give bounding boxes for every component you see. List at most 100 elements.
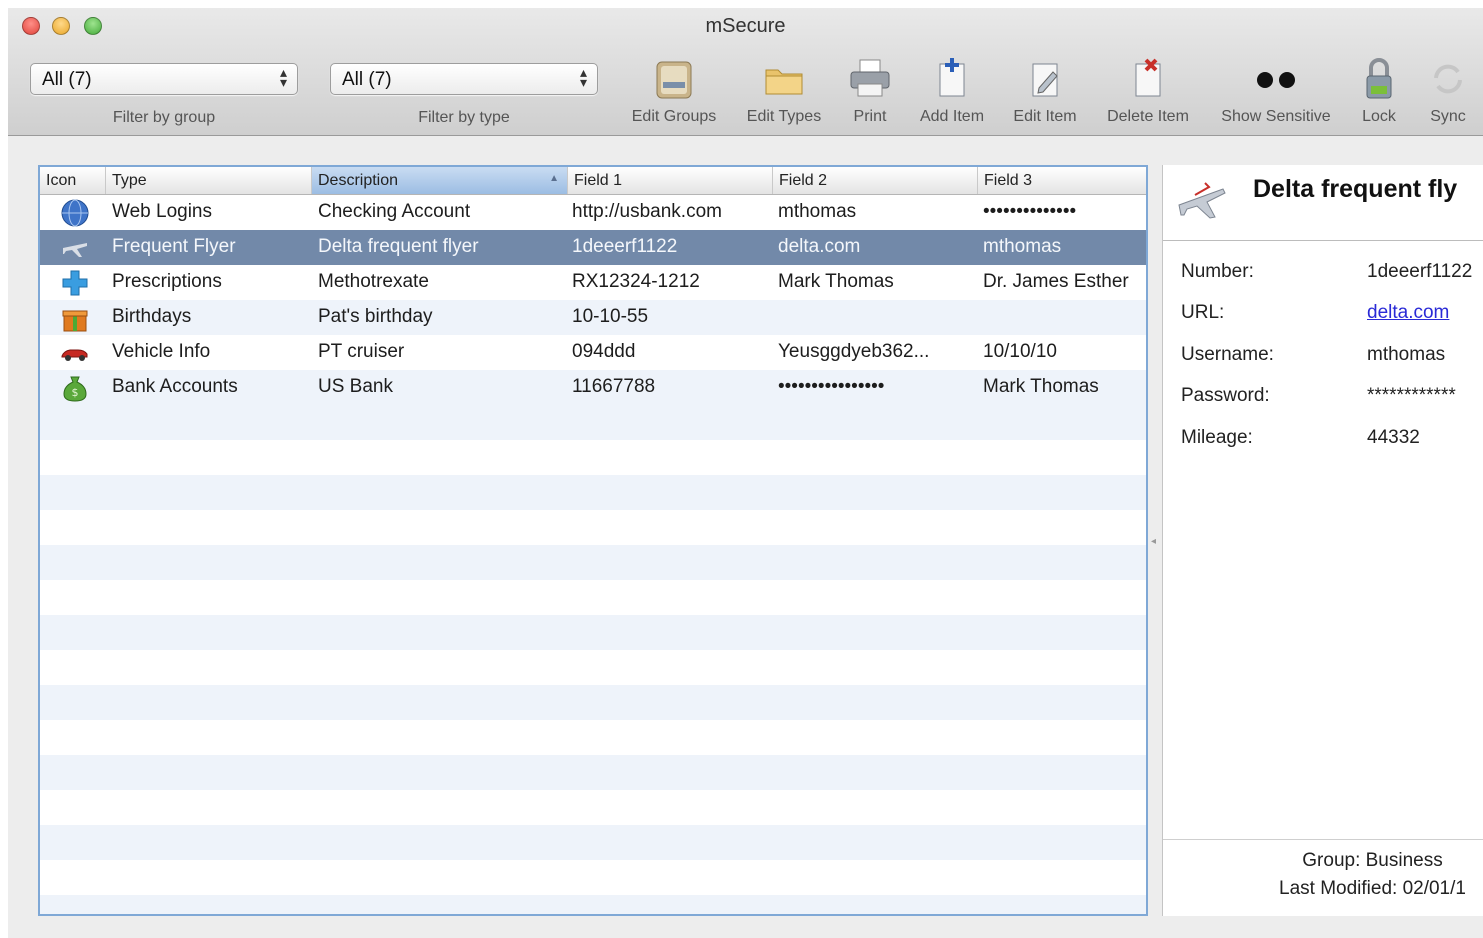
group-filter-label: Filter by group bbox=[112, 109, 216, 126]
cell-type: Vehicle Info bbox=[112, 341, 211, 362]
cell-field3: •••••••••••••• bbox=[983, 201, 1077, 222]
column-header-description-label: Description bbox=[318, 172, 399, 189]
money-bag-icon: $ bbox=[63, 376, 87, 402]
cell-field1: 11667788 bbox=[572, 376, 656, 397]
app-window: mSecure All (7) ▴ ▾ Filter by group All (… bbox=[8, 8, 1483, 938]
table-row[interactable]: Birthdays Pat's birthday 10-10-55 bbox=[40, 300, 1146, 335]
type-filter-value: All (7) bbox=[342, 69, 392, 90]
group-text: Group: Business bbox=[1302, 850, 1443, 871]
gift-icon bbox=[62, 310, 88, 332]
cell-description: Checking Account bbox=[318, 201, 471, 222]
folder-icon bbox=[765, 69, 803, 95]
cell-field2: •••••••••••••••• bbox=[778, 376, 885, 397]
column-header-description[interactable]: Description ▲ bbox=[312, 167, 568, 194]
delete-item-button[interactable]: Delete Item bbox=[1098, 56, 1198, 134]
edit-document-icon bbox=[1032, 63, 1058, 97]
globe-icon bbox=[61, 199, 89, 227]
cell-field2: delta.com bbox=[778, 236, 861, 257]
cell-type: Bank Accounts bbox=[112, 376, 238, 397]
cell-field2: mthomas bbox=[778, 201, 857, 222]
column-header-icon[interactable]: Icon bbox=[40, 167, 106, 194]
add-document-icon bbox=[939, 58, 965, 97]
add-item-label: Add Item bbox=[919, 108, 985, 125]
table-row-selected[interactable]: Frequent Flyer Delta frequent flyer 1dee… bbox=[40, 230, 1146, 265]
cell-type: Prescriptions bbox=[112, 271, 222, 292]
detail-title: Delta frequent fly bbox=[1253, 175, 1458, 203]
add-item-button[interactable]: Add Item bbox=[908, 56, 996, 134]
cell-field3: 10/10/10 bbox=[983, 341, 1057, 362]
cell-field3: Dr. James Esther bbox=[983, 271, 1129, 292]
edit-groups-button[interactable]: Edit Groups bbox=[620, 56, 728, 134]
sync-label: Sync bbox=[1430, 108, 1466, 125]
cell-field3: mthomas bbox=[983, 236, 1062, 257]
edit-item-label: Edit Item bbox=[1013, 108, 1077, 125]
table-body: Web Logins Checking Account http://usban… bbox=[40, 195, 1146, 914]
table-row[interactable]: Vehicle Info PT cruiser 094ddd Yeusggdye… bbox=[40, 335, 1146, 370]
delete-item-label: Delete Item bbox=[1107, 108, 1189, 125]
column-header-field2[interactable]: Field 2 bbox=[773, 167, 978, 194]
last-modified-text: Last Modified: 02/01/1 bbox=[1279, 878, 1466, 899]
detail-pane: Delta frequent fly Number: 1deeerf1122 U… bbox=[1162, 165, 1483, 916]
lock-button[interactable]: Lock bbox=[1352, 56, 1406, 134]
edit-types-button[interactable]: Edit Types bbox=[732, 56, 836, 134]
group-filter-select[interactable]: All (7) ▴ ▾ bbox=[30, 63, 298, 95]
cell-field1: http://usbank.com bbox=[572, 201, 722, 222]
table-row[interactable]: Web Logins Checking Account http://usban… bbox=[40, 195, 1146, 230]
cell-field1: 1deeerf1122 bbox=[572, 236, 678, 257]
url-link[interactable]: delta.com bbox=[1367, 302, 1449, 324]
type-filter-label: Filter by type bbox=[418, 109, 510, 126]
updown-arrows-icon: ▴ ▾ bbox=[279, 64, 287, 90]
detail-header: Delta frequent fly bbox=[1163, 165, 1483, 241]
cell-description: US Bank bbox=[318, 376, 393, 397]
cell-field1: RX12324-1212 bbox=[572, 271, 700, 292]
airplane-icon bbox=[1178, 182, 1226, 219]
cell-field2: Mark Thomas bbox=[778, 271, 894, 292]
dots-icon bbox=[1257, 72, 1295, 88]
cell-description: PT cruiser bbox=[318, 341, 405, 362]
sort-ascending-icon: ▲ bbox=[549, 173, 559, 184]
cell-field1: 094ddd bbox=[572, 341, 636, 362]
cell-field2: Yeusggdyeb362... bbox=[778, 341, 930, 362]
detail-footer: Group: Business Last Modified: 02/01/1 bbox=[1163, 839, 1483, 916]
split-view-handle[interactable]: ◂ bbox=[1151, 536, 1157, 547]
printer-icon bbox=[850, 59, 890, 97]
edit-groups-label: Edit Groups bbox=[631, 108, 717, 125]
column-header-type[interactable]: Type bbox=[106, 167, 312, 194]
cell-description: Methotrexate bbox=[318, 271, 429, 292]
group-filter-value: All (7) bbox=[42, 69, 92, 90]
print-button[interactable]: Print bbox=[838, 56, 902, 134]
show-sensitive-button[interactable]: Show Sensitive bbox=[1212, 56, 1340, 134]
cell-type: Birthdays bbox=[112, 306, 192, 327]
cell-field1: 10-10-55 bbox=[572, 306, 649, 327]
print-label: Print bbox=[853, 108, 887, 125]
field-label: Mileage: bbox=[1181, 427, 1253, 448]
field-value: ************ bbox=[1367, 385, 1456, 406]
show-sensitive-label: Show Sensitive bbox=[1221, 108, 1331, 125]
cell-field3: Mark Thomas bbox=[983, 376, 1099, 397]
sync-button[interactable]: Sync bbox=[1420, 56, 1476, 134]
folder-card-icon bbox=[656, 61, 692, 99]
cell-type: Frequent Flyer bbox=[112, 236, 236, 257]
field-label: Number: bbox=[1181, 261, 1254, 282]
field-label: Username: bbox=[1181, 344, 1274, 365]
table-row[interactable]: Prescriptions Methotrexate RX12324-1212 … bbox=[40, 265, 1146, 300]
table-row[interactable]: $ Bank Accounts US Bank 11667788 •••••••… bbox=[40, 370, 1146, 405]
table-header: Icon Type Description ▲ Field 1 Field 2 … bbox=[40, 167, 1146, 195]
delete-document-icon bbox=[1135, 58, 1161, 97]
edit-types-label: Edit Types bbox=[746, 108, 822, 125]
field-label: URL: bbox=[1181, 302, 1225, 323]
column-header-field3[interactable]: Field 3 bbox=[978, 167, 1146, 194]
type-filter-select[interactable]: All (7) ▴ ▾ bbox=[330, 63, 598, 95]
column-header-field1[interactable]: Field 1 bbox=[568, 167, 773, 194]
field-value: 1deeerf1122 bbox=[1367, 261, 1473, 282]
empty-rows bbox=[40, 405, 1146, 914]
svg-text:$: $ bbox=[72, 386, 79, 399]
items-table[interactable]: Icon Type Description ▲ Field 1 Field 2 … bbox=[38, 165, 1148, 916]
car-icon bbox=[61, 349, 88, 361]
window-title: mSecure bbox=[705, 15, 786, 37]
field-value: mthomas bbox=[1367, 344, 1446, 365]
lock-icon bbox=[1366, 58, 1392, 99]
cell-description: Pat's birthday bbox=[318, 306, 433, 327]
edit-item-button[interactable]: Edit Item bbox=[1002, 56, 1088, 134]
cell-description: Delta frequent flyer bbox=[318, 236, 479, 257]
